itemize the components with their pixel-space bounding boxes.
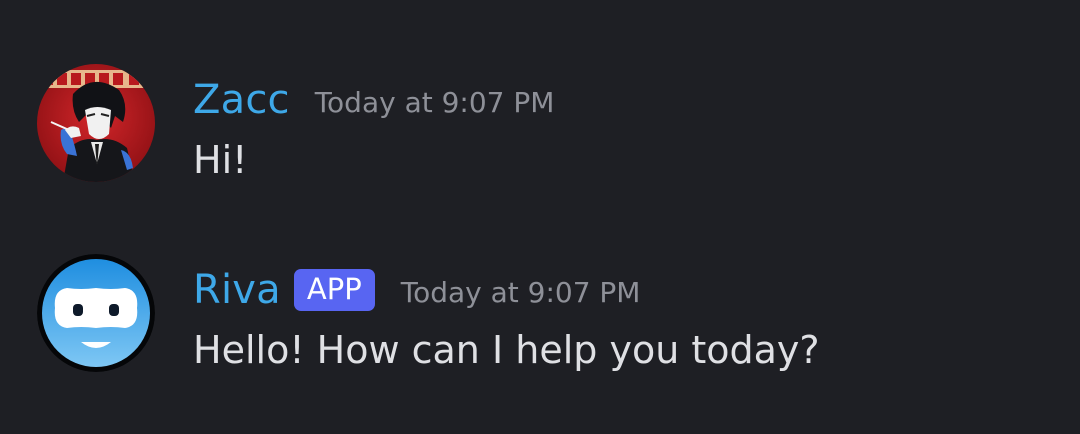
app-badge: APP: [293, 268, 375, 312]
message-content: Hello! How can I help you today?: [193, 328, 820, 372]
chat-log: Zacc Today at 9:07 PM Hi! Riva APP Today…: [0, 0, 1080, 434]
username[interactable]: Zacc: [193, 77, 290, 123]
username[interactable]: Riva: [193, 267, 281, 313]
avatar[interactable]: [37, 254, 155, 372]
avatar[interactable]: [37, 64, 155, 182]
timestamp[interactable]: Today at 9:07 PM: [315, 86, 555, 119]
message-header: Riva APP Today at 9:07 PM: [193, 260, 640, 320]
message-header: Zacc Today at 9:07 PM: [193, 70, 554, 130]
message-item: Riva APP Today at 9:07 PM Hello! How can…: [0, 250, 1080, 390]
timestamp[interactable]: Today at 9:07 PM: [401, 276, 641, 309]
message-item: Zacc Today at 9:07 PM Hi!: [0, 60, 1080, 200]
message-content: Hi!: [193, 138, 248, 182]
